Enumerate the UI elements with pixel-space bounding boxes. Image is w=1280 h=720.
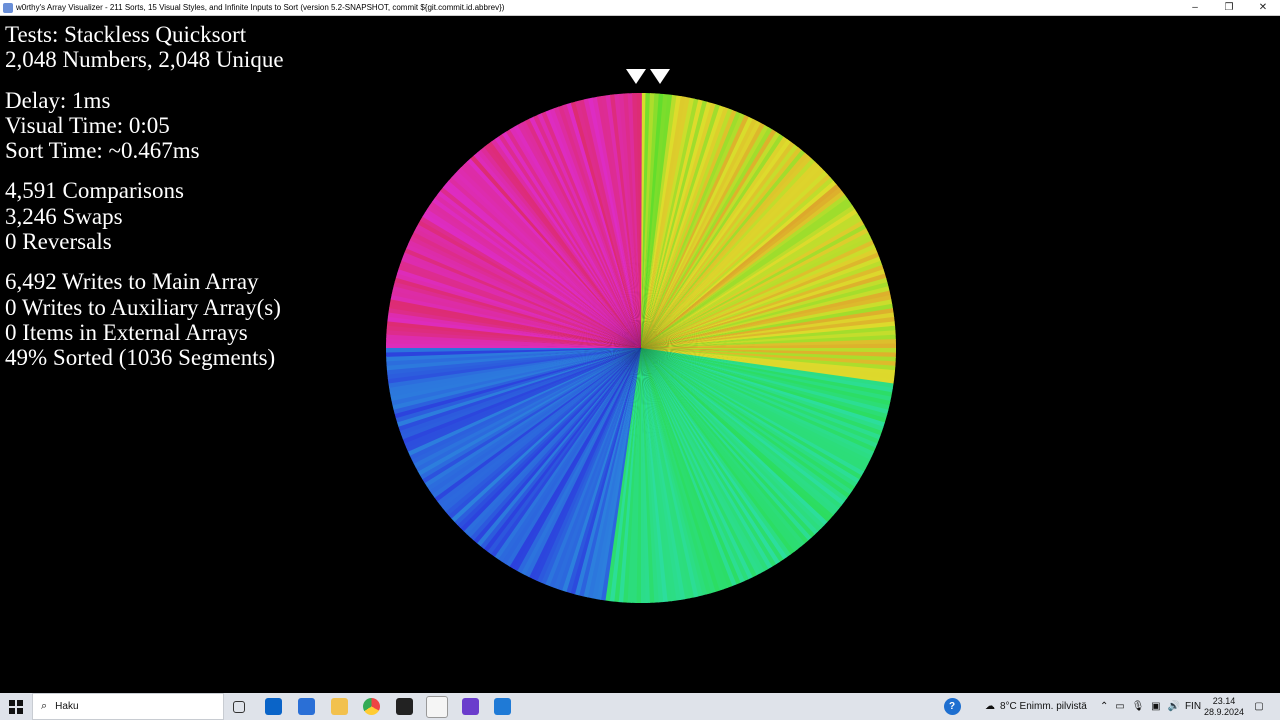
weather-text: 8°C Enimm. pilvistä (1000, 701, 1087, 712)
window-title: w0rthy's Array Visualizer - 211 Sorts, 1… (16, 3, 505, 12)
comparisons: 4,591 Comparisons (5, 178, 184, 204)
chevron-up-icon[interactable]: ⌃ (1100, 701, 1108, 712)
clock-time: 23.14 (1212, 695, 1236, 706)
taskbar: ⌕ Haku ? ☁ 8°C Enimm. pilvistä ⌃ ▭ 🎙 ▣ 🔊… (0, 693, 1280, 720)
chrome-icon[interactable] (363, 698, 380, 715)
stats-panel: Tests: Stackless Quicksort 2,048 Numbers… (5, 22, 284, 371)
sorted-percent: 49% Sorted (1036 Segments) (5, 345, 276, 371)
app-icon (3, 2, 13, 13)
marker-left-icon (626, 69, 646, 84)
search-placeholder: Haku (55, 701, 79, 712)
microphone-icon[interactable]: 🎙 (1132, 701, 1145, 712)
java-icon[interactable] (426, 696, 448, 718)
pointer-markers (626, 69, 670, 84)
numbers-count: 2,048 Numbers, 2,048 Unique (5, 47, 284, 73)
close-button[interactable]: ✕ (1246, 0, 1280, 15)
circle-slices (385, 92, 897, 604)
visual-time: Visual Time: 0:05 (5, 112, 170, 138)
help-icon[interactable]: ? (940, 693, 964, 720)
weather-icon: ☁ (985, 701, 995, 712)
marker-right-icon (650, 69, 670, 84)
writes-main: 6,492 Writes to Main Array (5, 269, 259, 295)
maximize-button[interactable]: ❐ (1212, 0, 1246, 15)
search-icon: ⌕ (41, 700, 48, 712)
store-icon[interactable] (298, 698, 315, 715)
reversals: 0 Reversals (5, 229, 112, 255)
tray-icons: ⌃ ▭ 🎙 ▣ 🔊 (1100, 693, 1180, 720)
clock-date: 28.9.2024 (1203, 706, 1245, 717)
network-icon[interactable]: ▣ (1151, 701, 1160, 712)
external-items: 0 Items in External Arrays (5, 319, 248, 345)
task-view-icon[interactable] (233, 701, 245, 713)
sort-time: Sort Time: ~0.467ms (5, 138, 200, 164)
window-titlebar: w0rthy's Array Visualizer - 211 Sorts, 1… (0, 0, 1280, 16)
media-icon[interactable] (462, 698, 479, 715)
weather-widget[interactable]: ☁ 8°C Enimm. pilvistä (985, 693, 1090, 720)
volume-icon[interactable]: 🔊 (1168, 701, 1180, 712)
start-button[interactable] (0, 693, 32, 720)
clock[interactable]: 23.14 28.9.2024 (1204, 693, 1244, 720)
color-circle (385, 92, 897, 604)
test-name: Tests: Stackless Quicksort (5, 22, 247, 47)
windows-icon (9, 699, 23, 714)
mail-icon[interactable] (265, 698, 282, 715)
notifications-icon[interactable]: ▢ (1248, 693, 1270, 720)
swaps: 3,246 Swaps (5, 203, 123, 229)
terminal-icon[interactable] (396, 698, 413, 715)
writes-aux: 0 Writes to Auxiliary Array(s) (5, 294, 281, 320)
search-box[interactable]: ⌕ Haku (32, 693, 224, 720)
photos-icon[interactable] (494, 698, 511, 715)
minimize-button[interactable]: – (1178, 0, 1212, 15)
device-icon[interactable]: ▭ (1115, 701, 1124, 712)
delay: Delay: 1ms (5, 87, 111, 113)
file-explorer-icon[interactable] (331, 698, 348, 715)
language-indicator[interactable]: FIN (1182, 693, 1204, 720)
